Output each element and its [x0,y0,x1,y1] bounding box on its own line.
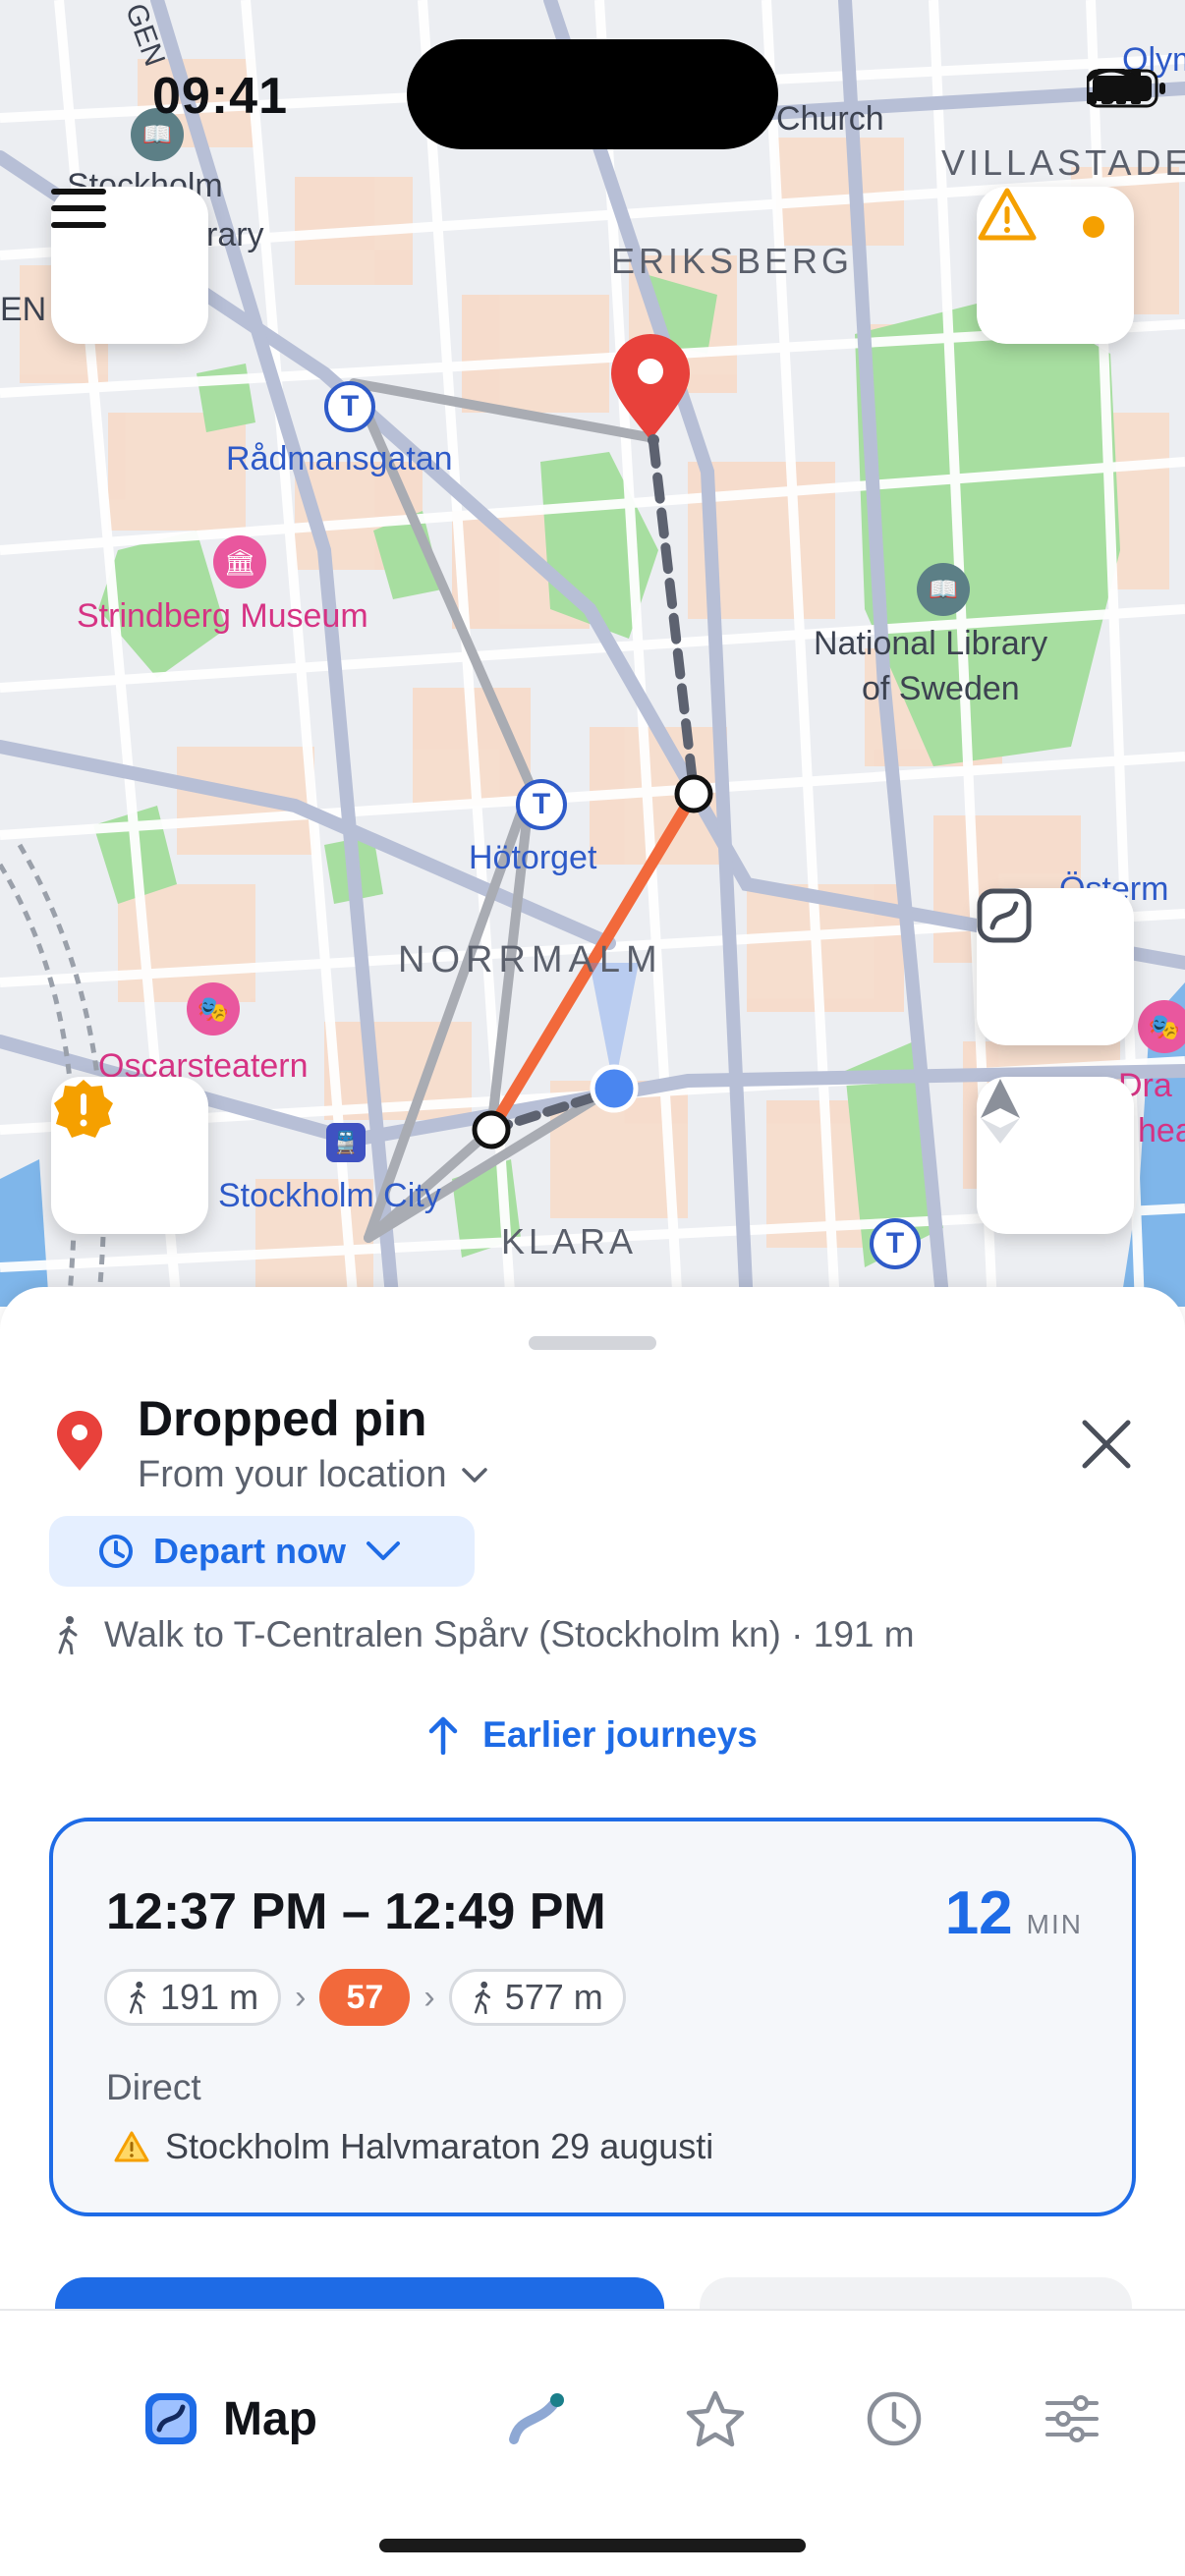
star-icon [686,2390,745,2447]
map-label: KLARA [501,1221,638,1261]
earlier-label: Earlier journeys [482,1714,758,1755]
map-label: VILLASTADEN [941,142,1185,183]
pin-icon [57,1411,102,1471]
warning-icon [114,2131,149,2162]
map-label: NORRMALM [398,939,663,980]
map-label: heat [1138,1112,1185,1149]
journey-sheet: Dropped pin From your location Depart no… [0,1287,1185,2309]
journey-time-range: 12:37 PM – 12:49 PM [106,1883,606,1940]
metro-icon[interactable]: T [870,1218,921,1269]
battery-icon [1087,69,1165,108]
next-journey-card[interactable] [700,2277,1132,2309]
map-label: Church [776,100,884,138]
close-icon [1082,1420,1131,1469]
origin-selector[interactable]: From your location [138,1454,488,1496]
map-label: Strindberg Museum [77,597,368,635]
report-icon [54,1080,113,1138]
tab-map-label: Map [223,2392,317,2445]
journey-warning: Stockholm Halvmaraton 29 augusti [114,2126,713,2167]
dynamic-island [407,39,778,149]
metro-icon[interactable]: T [516,779,567,830]
bus-line-badge: 57 [319,1969,411,2026]
depart-label: Depart now [153,1531,347,1571]
map-view[interactable]: T T T 🏛 🎭 🎭 📖 📖 🚆 GEN EN Stockholm rary … [0,0,1185,1307]
menu-icon [51,189,106,228]
report-button[interactable] [51,1077,208,1234]
museum-icon[interactable]: 🏛 [213,535,266,588]
metro-icon[interactable]: T [324,381,375,432]
alert-icon [978,188,1037,241]
walk-info: Walk to T-Centralen Spårv (Stockholm kn)… [55,1614,915,1655]
warning-text: Stockholm Halvmaraton 29 augusti [165,2126,714,2166]
walk-leg-chip: 577 m [448,1969,626,2026]
route-overview-icon [977,888,1032,943]
chevron-down-icon [461,1467,487,1483]
sheet-grabber[interactable] [529,1336,656,1350]
earlier-journeys-button[interactable]: Earlier journeys [0,1714,1185,1756]
home-indicator [379,2539,806,2552]
origin-label: From your location [138,1454,447,1495]
compass-button[interactable] [977,1077,1134,1234]
map-label: Hötorget [469,839,597,876]
tab-map[interactable]: Map [142,2380,317,2458]
next-journey-card[interactable] [55,2277,664,2309]
walk-distance: 577 m [504,1977,603,2017]
journey-card[interactable]: 12:37 PM – 12:49 PM 12 MIN 191 m › 57 › [49,1818,1136,2216]
tab-settings[interactable] [1044,2380,1100,2458]
sliders-icon [1045,2395,1099,2442]
depart-time-button[interactable]: Depart now [49,1516,475,1587]
walk-distance: 191 m [160,1977,259,2017]
tab-journeys[interactable] [506,2380,567,2458]
map-label: of Sweden [862,670,1020,707]
map-label: rary [206,216,264,253]
destination-title: Dropped pin [138,1391,427,1446]
tab-history[interactable] [865,2380,924,2458]
journey-duration: 12 MIN [945,1878,1083,1948]
compass-icon [981,1079,1020,1144]
map-label: EN [0,291,47,328]
map-label: Stockholm City [218,1177,441,1214]
map-label: Rådmansgatan [226,440,453,477]
chevron-right-icon: › [423,1978,435,2016]
duration-unit: MIN [1026,1909,1083,1939]
chevron-down-icon [367,1541,401,1560]
library-icon[interactable]: 📖 [917,563,970,616]
map-tab-icon [145,2393,197,2444]
tab-bar: Map [0,2309,1185,2576]
close-button[interactable] [1067,1405,1146,1484]
notification-dot [1083,216,1104,238]
chevron-right-icon: › [295,1978,307,2016]
walk-leg-chip: 191 m [104,1969,282,2026]
walk-icon [58,1616,78,1654]
clock-icon [99,1535,133,1568]
tab-favorites[interactable] [685,2380,746,2458]
walk-icon [474,1981,490,2014]
journeys-icon [509,2393,564,2444]
arrow-up-icon [428,1716,458,1755]
status-time: 09:41 [152,68,288,125]
walk-icon [129,1981,146,2014]
menu-button[interactable] [51,187,208,344]
map-label: National Library [814,625,1048,662]
alerts-button[interactable] [977,187,1134,344]
train-station-icon[interactable]: 🚆 [326,1123,366,1162]
map-label: ERIKSBERG [611,241,854,281]
route-overview-button[interactable] [977,888,1134,1045]
theatre-icon[interactable]: 🎭 [187,982,240,1036]
journey-legs: 191 m › 57 › 577 m [104,1969,626,2026]
theatre-icon[interactable]: 🎭 [1138,1000,1185,1053]
history-icon [867,2391,922,2446]
duration-value: 12 [944,1879,1013,1947]
walk-text: Walk to T-Centralen Spårv (Stockholm kn)… [104,1614,915,1654]
journey-type: Direct [106,2067,201,2107]
